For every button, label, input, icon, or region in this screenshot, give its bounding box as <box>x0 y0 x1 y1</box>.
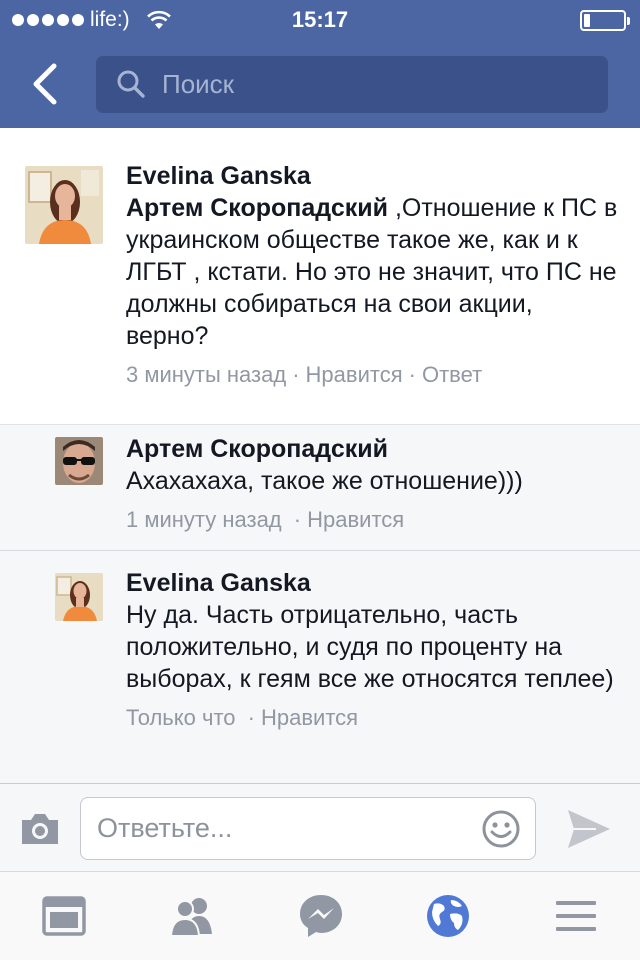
comment-text: Ну да. Часть отрицательно, часть положит… <box>126 601 614 693</box>
comment-item: Evelina Ganska Артем Скоропадский ,Отнош… <box>0 128 640 424</box>
comment-meta: 1 минуту назад · Нравится <box>126 507 405 532</box>
avatar[interactable] <box>55 573 103 621</box>
avatar[interactable] <box>55 437 103 485</box>
friends-icon[interactable] <box>168 892 216 940</box>
reply-field[interactable] <box>80 797 536 860</box>
globe-icon[interactable] <box>424 892 472 940</box>
messenger-icon[interactable] <box>297 892 345 940</box>
like-link[interactable]: Нравится <box>261 705 358 730</box>
status-bar: life:) 15:17 <box>0 0 640 40</box>
comment-text: Артем Скоропадский ,Отношение к ПС в укр… <box>126 192 620 352</box>
comment-body: Evelina Ganska Артем Скоропадский ,Отнош… <box>126 160 620 388</box>
menu-icon[interactable] <box>552 892 600 940</box>
comment-timestamp: 1 минуту назад <box>126 507 282 532</box>
emoji-icon[interactable] <box>481 809 521 849</box>
search-icon <box>117 70 145 98</box>
comment-body: Evelina Ganska Ну да. Часть отрицательно… <box>126 567 620 731</box>
camera-icon[interactable] <box>18 808 62 848</box>
search-bar[interactable] <box>96 56 608 113</box>
news-feed-icon[interactable] <box>40 892 88 940</box>
search-input[interactable] <box>162 56 592 113</box>
tab-bar <box>0 871 640 960</box>
comment-timestamp: 3 минуты назад <box>126 362 287 387</box>
battery-icon <box>580 10 630 31</box>
status-clock: 15:17 <box>291 7 349 32</box>
comment-author[interactable]: Evelina Ganska <box>126 567 620 599</box>
comment-meta: 3 минуты назад · Нравится · Ответ <box>126 362 483 387</box>
mention-link[interactable]: Артем Скоропадский <box>126 194 388 222</box>
comment-author[interactable]: Артем Скоропадский <box>126 433 620 465</box>
comment-item: Артем Скоропадский Ахахахаха, такое же о… <box>0 424 640 550</box>
back-arrow-icon[interactable] <box>22 60 68 108</box>
comment-meta: Только что · Нравится <box>126 705 359 730</box>
battery-level <box>584 14 590 27</box>
comment-item: Evelina Ganska Ну да. Часть отрицательно… <box>0 550 640 783</box>
send-icon[interactable] <box>566 808 612 850</box>
like-link[interactable]: Нравится <box>307 507 404 532</box>
reply-composer <box>0 783 640 871</box>
reply-input[interactable] <box>97 798 477 859</box>
comment-text: Ахахахаха, такое же отношение))) <box>126 467 523 495</box>
avatar[interactable] <box>25 166 103 244</box>
comment-body: Артем Скоропадский Ахахахаха, такое же о… <box>126 433 620 533</box>
comment-thread: Evelina Ganska Артем Скоропадский ,Отнош… <box>0 128 640 783</box>
app-header: life:) 15:17 <box>0 0 640 128</box>
reply-link[interactable]: Ответ <box>422 362 482 387</box>
comment-timestamp: Только что <box>126 705 236 730</box>
comment-author[interactable]: Evelina Ganska <box>126 160 620 192</box>
like-link[interactable]: Нравится <box>306 362 403 387</box>
